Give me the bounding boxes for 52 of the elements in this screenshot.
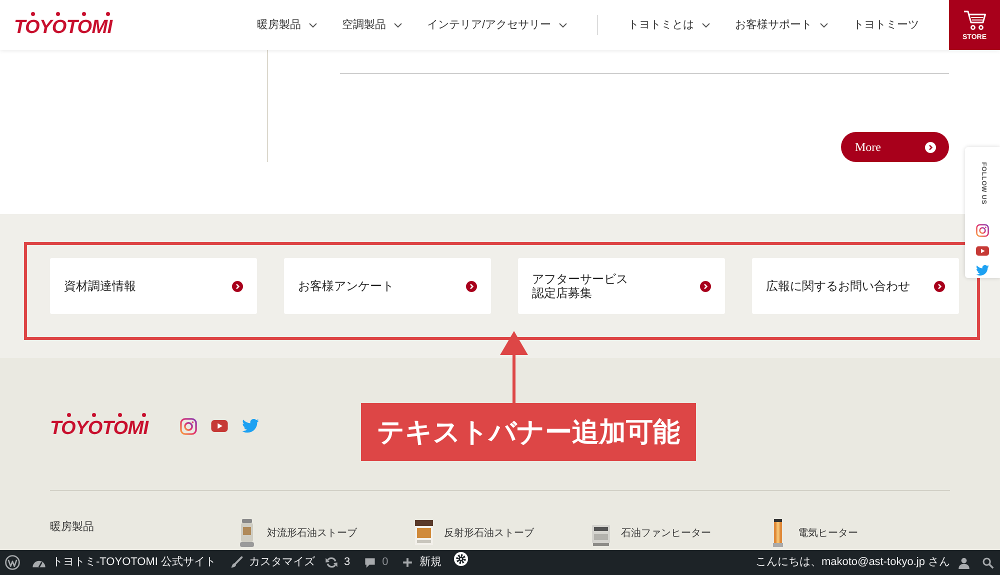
plus-icon [402, 557, 414, 568]
updates-link[interactable]: 3 [325, 554, 350, 571]
nav-link[interactable]: トヨトミとは [628, 16, 710, 34]
nav-link[interactable]: お客様サポート [735, 16, 828, 34]
text-banner-link[interactable]: お客様アンケート [284, 258, 491, 314]
nav-link[interactable]: トヨトミーツ [853, 16, 919, 34]
speech-bubble-icon [364, 556, 376, 568]
comments-link[interactable]: 0 [364, 554, 388, 571]
customize-link[interactable]: カスタマイズ [230, 554, 315, 571]
user-icon[interactable] [958, 556, 970, 568]
chevron-down-icon [820, 22, 828, 28]
product-link[interactable]: 対流形石油ストーブ [237, 519, 414, 547]
category-heading: 暖房製品 [50, 520, 95, 534]
product-link[interactable]: 石油ファンヒーター [591, 519, 768, 547]
nav-link[interactable]: 暖房製品 [256, 16, 317, 34]
youtube-icon[interactable] [211, 420, 228, 432]
refresh-icon [325, 556, 338, 569]
text-banner-link[interactable]: 資材調達情報 [50, 258, 257, 314]
account-greeting-link[interactable]: こんにちは、makoto@ast-tokyo.jp さん [755, 554, 970, 571]
product-link[interactable]: 反射形石油ストーブ [414, 519, 591, 547]
brand-logo[interactable]: TOYOTOMI [50, 413, 148, 439]
instagram-icon[interactable] [180, 418, 198, 434]
instagram-icon[interactable] [976, 224, 989, 237]
heater-icon [414, 519, 434, 547]
chevron-down-icon [702, 22, 710, 28]
annotation-arrow [500, 331, 528, 403]
youtube-icon[interactable] [976, 246, 989, 256]
chevron-circle-icon [925, 142, 936, 152]
chevron-circle-icon [466, 280, 477, 292]
chevron-down-icon [308, 22, 317, 28]
chevron-down-icon [559, 22, 567, 28]
chevron-circle-icon [700, 280, 711, 292]
w-circle-logo-icon[interactable] [5, 555, 20, 570]
text-banner-link[interactable]: 広報に関するお問い合わせ [752, 258, 959, 314]
brand-logo[interactable]: TOYOTOMI [14, 12, 112, 38]
chevron-circle-icon [934, 280, 945, 292]
product-link[interactable]: 電気ヒーター [768, 519, 945, 547]
annotation-label: テキストバナー追加可能 [361, 403, 696, 461]
new-content-link[interactable]: 新規 [402, 554, 442, 571]
text-banner-link[interactable]: アフターサービス 認定店募集 [518, 258, 725, 314]
stove-icon [237, 519, 257, 547]
more-button[interactable]: More [841, 132, 949, 162]
nav-link[interactable]: 空調製品 [342, 16, 402, 34]
cart-icon [962, 10, 986, 30]
nav-link[interactable]: インテリア/アクセサリー [426, 16, 567, 34]
site-name-link[interactable]: トヨトミ-TOYOTOMI 公式サイト [32, 554, 216, 571]
search-icon[interactable] [982, 556, 994, 568]
chevron-down-icon [394, 22, 402, 28]
chevron-circle-icon [232, 280, 243, 292]
gear-icon[interactable] [454, 552, 468, 566]
paintbrush-icon [230, 556, 243, 569]
twitter-bird-icon[interactable] [976, 264, 989, 276]
